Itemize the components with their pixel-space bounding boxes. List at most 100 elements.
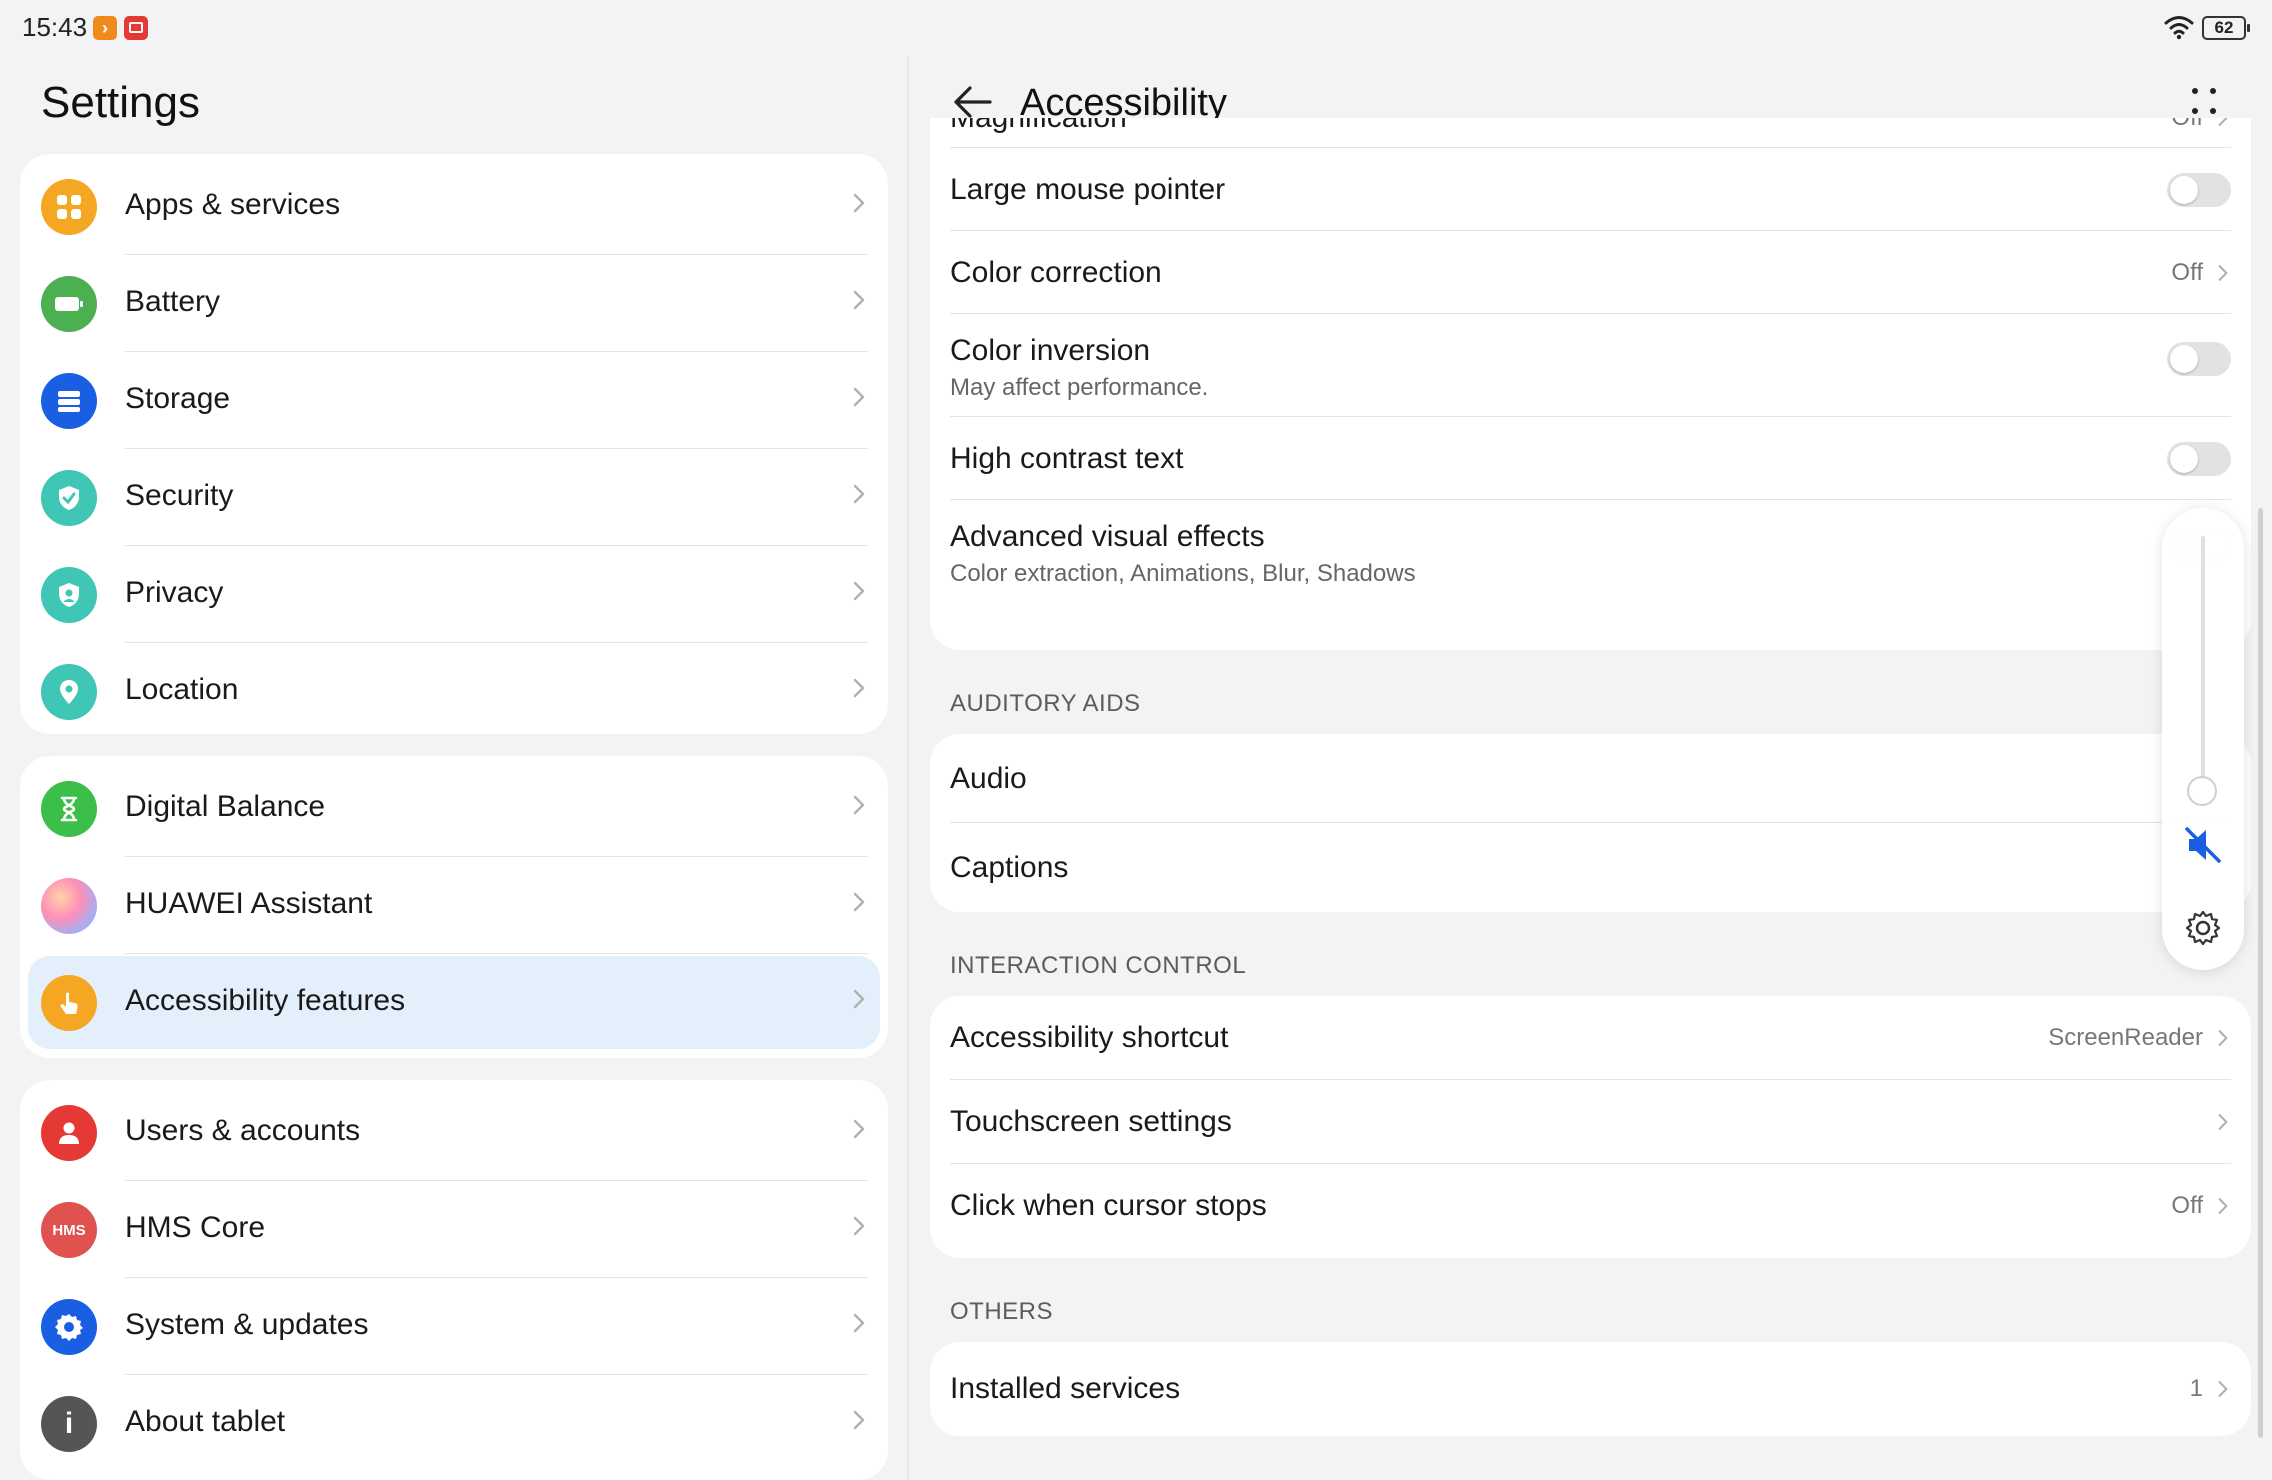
setting-label: Color correction (950, 255, 1162, 289)
setting-label: Color inversion (950, 334, 1151, 367)
chevron-right-icon (2218, 264, 2228, 281)
battery-icon: 62 (2202, 16, 2250, 40)
app-notification-icon: › (93, 16, 117, 40)
section-header-others: OTHERS (950, 1298, 1054, 1325)
sidebar-item-users-accounts[interactable]: Users & accounts (20, 1084, 888, 1181)
volume-slider-knob[interactable] (2187, 776, 2217, 806)
setting-touchscreen-settings[interactable]: Touchscreen settings (930, 1080, 2251, 1164)
setting-large-mouse-pointer[interactable]: Large mouse pointer (930, 148, 2251, 231)
auditory-aids-group: Audio Captions (930, 734, 2251, 912)
sidebar-item-label: HUAWEI Assistant (125, 887, 373, 920)
setting-click-when-cursor-stops[interactable]: Click when cursor stops Off (930, 1164, 2251, 1248)
sidebar-item-hms-core[interactable]: HMS HMS Core (20, 1181, 888, 1278)
pane-divider (907, 56, 909, 1480)
sidebar-item-label: Accessibility features (125, 984, 406, 1017)
sidebar-item-label: Digital Balance (125, 790, 326, 823)
apps-icon (41, 179, 97, 235)
chevron-right-icon (2218, 1030, 2228, 1046)
app-notification-icon (124, 16, 148, 40)
info-icon: i (41, 1396, 97, 1452)
status-time: 15:43 (22, 12, 88, 42)
setting-value: ScreenReader (2048, 1024, 2203, 1051)
gear-icon (41, 1299, 97, 1355)
chevron-right-icon (2218, 118, 2228, 126)
setting-subtitle: Color extraction, Animations, Blur, Shad… (950, 560, 1416, 587)
assistant-orb-icon (41, 878, 97, 934)
setting-subtitle: May affect performance. (950, 374, 1209, 401)
setting-label: Magnification (950, 118, 1127, 135)
setting-high-contrast-text[interactable]: High contrast text (930, 417, 2251, 500)
interaction-control-group: Accessibility shortcut ScreenReader Touchs… (930, 996, 2251, 1258)
chevron-right-icon (853, 193, 865, 213)
setting-color-correction[interactable]: Color correction Off (930, 231, 2251, 314)
section-header-interaction: INTERACTION CONTROL (950, 952, 1247, 979)
setting-label: Click when cursor stops (950, 1189, 1267, 1222)
sidebar-item-label: Security (125, 479, 234, 512)
setting-label: Advanced visual effects (950, 520, 1265, 553)
sidebar-item-security[interactable]: Security (20, 449, 888, 546)
setting-color-inversion[interactable]: Color inversion May affect performance. (930, 314, 2251, 417)
setting-advanced-visual-effects[interactable]: Advanced visual effects Color extraction,… (930, 500, 2251, 650)
location-pin-icon (41, 664, 97, 720)
page-title: Settings (41, 78, 200, 127)
sidebar-item-system-updates[interactable]: System & updates (20, 1278, 888, 1375)
chevron-right-icon (853, 795, 865, 815)
chevron-right-icon (853, 1216, 865, 1236)
hourglass-icon (41, 781, 97, 837)
volume-slider[interactable] (2201, 536, 2205, 790)
setting-label: Large mouse pointer (950, 172, 1226, 206)
chevron-right-icon (853, 989, 865, 1009)
setting-label: High contrast text (950, 441, 1184, 475)
toggle-switch[interactable] (2167, 172, 2231, 207)
sidebar-item-label: Privacy (125, 576, 224, 609)
toggle-switch[interactable] (2167, 441, 2231, 476)
sidebar-item-storage[interactable]: Storage (20, 352, 888, 449)
setting-captions[interactable]: Captions (930, 823, 2251, 912)
sidebar-item-accessibility-features[interactable]: Accessibility features (20, 954, 888, 1051)
sidebar-item-apps-services[interactable]: Apps & services (20, 158, 888, 255)
chevron-right-icon (853, 1119, 865, 1139)
sidebar-item-battery[interactable]: Battery (20, 255, 888, 352)
volume-panel (2162, 508, 2244, 970)
setting-label: Captions (950, 850, 1069, 884)
toggle-switch[interactable] (2167, 342, 2231, 376)
chevron-right-icon (853, 290, 865, 310)
setting-value: 1 (2189, 1375, 2203, 1402)
chevron-right-icon (853, 1410, 865, 1430)
setting-label: Accessibility shortcut (950, 1021, 1229, 1054)
setting-label: Installed services (950, 1372, 1181, 1405)
chevron-right-icon (853, 892, 865, 912)
setting-label: Audio (950, 761, 1027, 795)
privacy-shield-icon (41, 567, 97, 623)
setting-audio[interactable]: Audio (930, 734, 2251, 823)
setting-accessibility-shortcut[interactable]: Accessibility shortcut ScreenReader (930, 996, 2251, 1080)
sidebar-item-label: Location (125, 673, 239, 706)
more-options-icon[interactable] (2192, 86, 2216, 118)
sidebar-item-label: Users & accounts (125, 1114, 361, 1147)
visual-aids-group: Magnification Off Large mouse pointer Color… (930, 118, 2251, 650)
sidebar-item-about-tablet[interactable]: i About tablet (20, 1375, 888, 1472)
sidebar-item-label: Battery (125, 285, 221, 318)
sidebar-item-label: About tablet (125, 1405, 286, 1438)
settings-group-1: Apps & services Battery Storage Security Pri… (20, 154, 888, 734)
sidebar-item-digital-balance[interactable]: Digital Balance (20, 760, 888, 857)
setting-value: Off (2171, 1192, 2203, 1219)
setting-installed-services[interactable]: Installed services 1 (930, 1342, 2251, 1436)
others-group: Installed services 1 (930, 1342, 2251, 1436)
chevron-right-icon (2218, 1114, 2228, 1130)
chevron-right-icon (853, 1313, 865, 1333)
sidebar-item-label: Storage (125, 382, 231, 415)
speaker-muted-icon[interactable] (2184, 826, 2222, 864)
settings-group-3: Users & accounts HMS HMS Core System & upda… (20, 1080, 888, 1480)
sidebar-item-privacy[interactable]: Privacy (20, 546, 888, 643)
sidebar-item-location[interactable]: Location (20, 643, 888, 740)
hms-icon: HMS (41, 1202, 97, 1258)
back-arrow-icon[interactable] (950, 82, 994, 122)
sidebar-item-huawei-assistant[interactable]: HUAWEI Assistant (20, 857, 888, 954)
setting-value: Off (2171, 258, 2203, 286)
setting-magnification[interactable]: Magnification Off (930, 118, 2251, 148)
sidebar-item-label: HMS Core (125, 1211, 266, 1244)
scrollbar[interactable] (2258, 508, 2263, 1438)
chevron-right-icon (853, 581, 865, 601)
gear-icon[interactable] (2183, 908, 2223, 948)
